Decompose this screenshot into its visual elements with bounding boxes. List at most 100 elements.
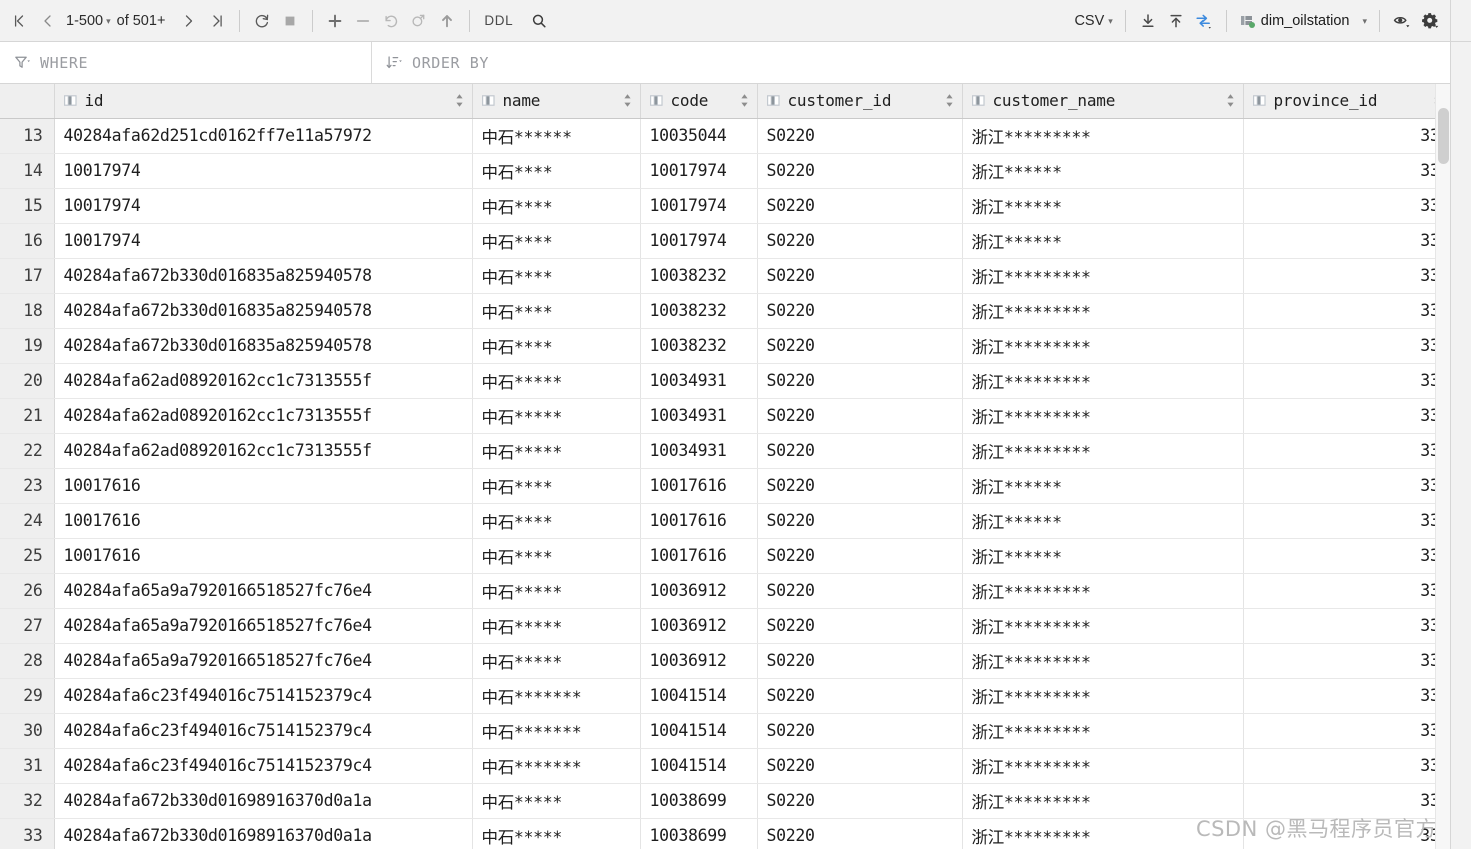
cell-province_id[interactable]: 33 (1243, 118, 1450, 154)
row-number[interactable]: 33 (0, 818, 55, 849)
cell-code[interactable]: 10017616 (640, 503, 758, 539)
cell-customer_name[interactable]: 浙江********* (962, 573, 1244, 609)
row-number[interactable]: 31 (0, 748, 55, 784)
table-row[interactable]: 23 10017616 中石**** 10017616 S0220 浙江****** 33 (0, 468, 1450, 504)
cell-customer_name[interactable]: 浙江****** (962, 223, 1244, 259)
sort-arrows-icon[interactable] (734, 93, 749, 108)
cell-id[interactable]: 40284afa672b330d016835a825940578 (54, 258, 473, 294)
refresh-icon[interactable] (248, 7, 276, 35)
cell-customer_id[interactable]: S0220 (757, 258, 963, 294)
cell-name[interactable]: 中石***** (472, 643, 641, 679)
cell-id[interactable]: 40284afa65a9a7920166518527fc76e4 (54, 608, 473, 644)
cell-name[interactable]: 中石**** (472, 188, 641, 224)
cell-province_id[interactable]: 33 (1243, 538, 1450, 574)
cell-customer_name[interactable]: 浙江********* (962, 398, 1244, 434)
cell-province_id[interactable]: 33 (1243, 608, 1450, 644)
cell-province_id[interactable]: 33 (1243, 643, 1450, 679)
row-number[interactable]: 14 (0, 153, 55, 189)
table-row[interactable]: 15 10017974 中石**** 10017974 S0220 浙江****** 33 (0, 188, 1450, 224)
cell-customer_name[interactable]: 浙江********* (962, 608, 1244, 644)
row-number[interactable]: 15 (0, 188, 55, 224)
cell-customer_name[interactable]: 浙江********* (962, 328, 1244, 364)
page-range-selector[interactable]: 1-500 ▾ (62, 13, 115, 29)
cell-province_id[interactable]: 33 (1243, 293, 1450, 329)
table-row[interactable]: 16 10017974 中石**** 10017974 S0220 浙江****** 33 (0, 223, 1450, 259)
cell-customer_name[interactable]: 浙江****** (962, 503, 1244, 539)
cell-customer_id[interactable]: S0220 (757, 643, 963, 679)
where-input[interactable]: WHERE (0, 42, 372, 83)
cell-customer_id[interactable]: S0220 (757, 678, 963, 714)
cell-code[interactable]: 10035044 (640, 118, 758, 154)
table-row[interactable]: 31 40284afa6c23f494016c7514152379c4 中石****… (0, 748, 1450, 784)
cell-id[interactable]: 40284afa6c23f494016c7514152379c4 (54, 713, 473, 749)
table-row[interactable]: 14 10017974 中石**** 10017974 S0220 浙江****** 33 (0, 153, 1450, 189)
cell-id[interactable]: 10017974 (54, 153, 473, 189)
cell-code[interactable]: 10038232 (640, 293, 758, 329)
cell-customer_name[interactable]: 浙江********* (962, 678, 1244, 714)
row-number[interactable]: 26 (0, 573, 55, 609)
upload-data-icon[interactable] (1162, 7, 1190, 35)
column-header-customer_name[interactable]: customer_name (962, 84, 1244, 119)
cell-code[interactable]: 10017974 (640, 223, 758, 259)
cell-code[interactable]: 10041514 (640, 678, 758, 714)
cell-code[interactable]: 10041514 (640, 713, 758, 749)
order-by-input[interactable]: ORDER BY (372, 42, 1450, 83)
cell-customer_id[interactable]: S0220 (757, 608, 963, 644)
cell-id[interactable]: 40284afa6c23f494016c7514152379c4 (54, 678, 473, 714)
cell-id[interactable]: 10017974 (54, 188, 473, 224)
table-row[interactable]: 21 40284afa62ad08920162cc1c7313555f 中石****… (0, 398, 1450, 434)
gear-icon[interactable] (1416, 7, 1444, 35)
cell-customer_name[interactable]: 浙江********* (962, 258, 1244, 294)
cell-province_id[interactable]: 33 (1243, 328, 1450, 364)
cell-name[interactable]: 中石***** (472, 433, 641, 469)
cell-code[interactable]: 10036912 (640, 643, 758, 679)
cell-customer_name[interactable]: 浙江********* (962, 783, 1244, 819)
cell-name[interactable]: 中石**** (472, 468, 641, 504)
cell-code[interactable]: 10038232 (640, 258, 758, 294)
cell-customer_name[interactable]: 浙江********* (962, 818, 1244, 849)
row-number[interactable]: 21 (0, 398, 55, 434)
table-row[interactable]: 26 40284afa65a9a7920166518527fc76e4 中石****… (0, 573, 1450, 609)
row-number[interactable]: 24 (0, 503, 55, 539)
vertical-scrollbar-thumb[interactable] (1438, 108, 1449, 164)
cell-province_id[interactable]: 33 (1243, 258, 1450, 294)
row-number[interactable]: 13 (0, 118, 55, 154)
cell-id[interactable]: 40284afa672b330d016835a825940578 (54, 293, 473, 329)
cell-province_id[interactable]: 33 (1243, 678, 1450, 714)
cell-code[interactable]: 10017616 (640, 538, 758, 574)
cell-province_id[interactable]: 33 (1243, 573, 1450, 609)
cell-name[interactable]: 中石**** (472, 223, 641, 259)
cell-id[interactable]: 40284afa672b330d01698916370d0a1a (54, 783, 473, 819)
connection-selector[interactable]: dim_oilstation ▾ (1235, 12, 1371, 29)
cell-customer_id[interactable]: S0220 (757, 713, 963, 749)
cell-name[interactable]: 中石***** (472, 608, 641, 644)
table-row[interactable]: 28 40284afa65a9a7920166518527fc76e4 中石****… (0, 643, 1450, 679)
cell-customer_id[interactable]: S0220 (757, 433, 963, 469)
cell-province_id[interactable]: 33 (1243, 713, 1450, 749)
cell-name[interactable]: 中石**** (472, 503, 641, 539)
table-row[interactable]: 29 40284afa6c23f494016c7514152379c4 中石****… (0, 678, 1450, 714)
row-number[interactable]: 32 (0, 783, 55, 819)
cell-customer_name[interactable]: 浙江********* (962, 713, 1244, 749)
cell-id[interactable]: 40284afa62ad08920162cc1c7313555f (54, 398, 473, 434)
cell-id[interactable]: 40284afa672b330d01698916370d0a1a (54, 818, 473, 849)
cell-customer_id[interactable]: S0220 (757, 363, 963, 399)
cell-customer_id[interactable]: S0220 (757, 398, 963, 434)
row-number[interactable]: 30 (0, 713, 55, 749)
row-number[interactable]: 17 (0, 258, 55, 294)
row-number[interactable]: 18 (0, 293, 55, 329)
next-page-icon[interactable] (175, 7, 203, 35)
row-number[interactable]: 28 (0, 643, 55, 679)
table-row[interactable]: 13 40284afa62d251cd0162ff7e11a57972 中石****… (0, 118, 1450, 154)
cell-customer_id[interactable]: S0220 (757, 153, 963, 189)
column-header-id[interactable]: id (54, 84, 473, 119)
cell-id[interactable]: 10017974 (54, 223, 473, 259)
cell-id[interactable]: 10017616 (54, 468, 473, 504)
cell-name[interactable]: 中石**** (472, 293, 641, 329)
cell-code[interactable]: 10038232 (640, 328, 758, 364)
filter-icon[interactable] (14, 54, 31, 71)
cell-code[interactable]: 10017616 (640, 468, 758, 504)
cell-customer_name[interactable]: 浙江****** (962, 188, 1244, 224)
add-row-icon[interactable] (321, 7, 349, 35)
cell-code[interactable]: 10017974 (640, 153, 758, 189)
